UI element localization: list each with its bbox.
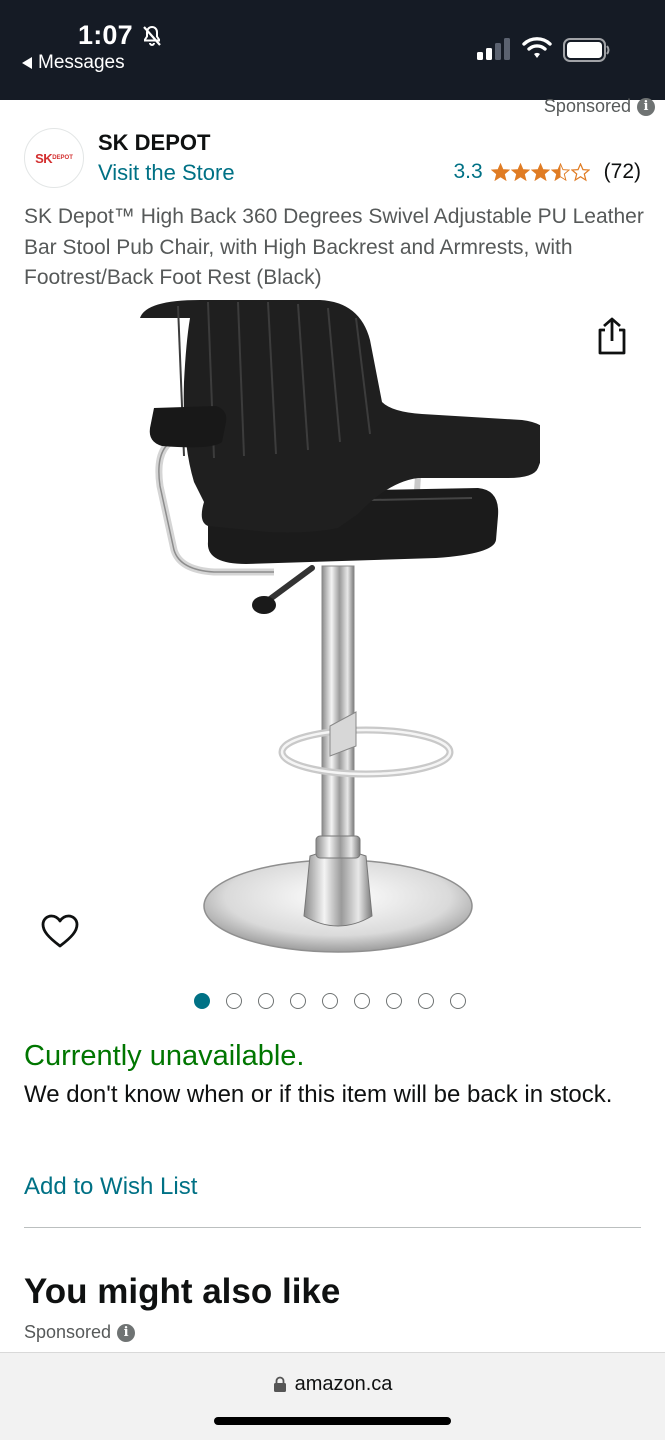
sponsored-text: Sponsored [543, 96, 631, 116]
sponsored-text: Sponsored [24, 1322, 112, 1342]
image-carousel-dots[interactable] [194, 993, 466, 1009]
add-to-wish-list-link[interactable]: Add to Wish List [24, 1173, 197, 1201]
info-icon[interactable]: i [117, 1323, 136, 1342]
rating-summary[interactable]: 3.3 (72) [453, 160, 641, 184]
share-icon[interactable] [594, 316, 630, 356]
availability-status: Currently unavailable. [24, 1040, 305, 1072]
wifi-icon [522, 37, 552, 58]
carousel-dot[interactable] [418, 993, 434, 1009]
carousel-dot[interactable] [290, 993, 306, 1009]
star-full-icon [510, 162, 530, 181]
brand-logo[interactable]: SK DEPOT [24, 128, 84, 188]
rating-value: 3.3 [453, 160, 483, 183]
brand-name: SK DEPOT [98, 130, 211, 155]
star-rating [490, 162, 590, 182]
carousel-dot[interactable] [226, 993, 242, 1009]
url-text: amazon.ca [294, 1373, 393, 1395]
product-title: SK Depot™ High Back 360 Degrees Swivel A… [24, 205, 644, 289]
carousel-dot[interactable] [386, 993, 402, 1009]
visit-store-link[interactable]: Visit the Store [98, 160, 235, 186]
star-full-icon [530, 162, 550, 181]
status-time: 1:07 [78, 20, 133, 50]
status-bar: 1:07 Messages [0, 0, 665, 100]
recommendations-title: You might also like [24, 1272, 341, 1311]
battery-icon [563, 38, 610, 62]
sponsored-label[interactable]: Sponsored i [544, 96, 655, 117]
lock-icon [273, 1376, 286, 1392]
carousel-dot[interactable] [322, 993, 338, 1009]
back-label: Messages [38, 52, 125, 73]
carousel-dot[interactable] [194, 993, 210, 1009]
product-image[interactable] [130, 296, 540, 966]
bell-slash-icon [143, 25, 161, 46]
heart-icon[interactable] [40, 912, 80, 952]
carousel-dot[interactable] [258, 993, 274, 1009]
home-indicator [214, 1417, 451, 1425]
info-icon[interactable]: i [637, 97, 655, 116]
divider [24, 1227, 641, 1228]
back-to-messages[interactable]: Messages [22, 52, 125, 74]
star-half-icon [550, 162, 570, 181]
carousel-dot[interactable] [450, 993, 466, 1009]
recommendations-sponsored-label[interactable]: Sponsored i [24, 1322, 136, 1343]
star-empty-icon [570, 162, 590, 181]
browser-address-bar[interactable]: amazon.ca [0, 1352, 665, 1440]
cellular-signal-icon [477, 38, 510, 60]
url-display[interactable]: amazon.ca [0, 1373, 665, 1396]
back-arrow-icon [22, 57, 32, 69]
brand-logo-subtext: DEPOT [52, 155, 73, 161]
star-full-icon [490, 162, 510, 181]
availability-note: We don't know when or if this item will … [24, 1081, 613, 1108]
brand-logo-text: SK [35, 150, 53, 166]
rating-count: (72) [603, 160, 641, 183]
carousel-dot[interactable] [354, 993, 370, 1009]
